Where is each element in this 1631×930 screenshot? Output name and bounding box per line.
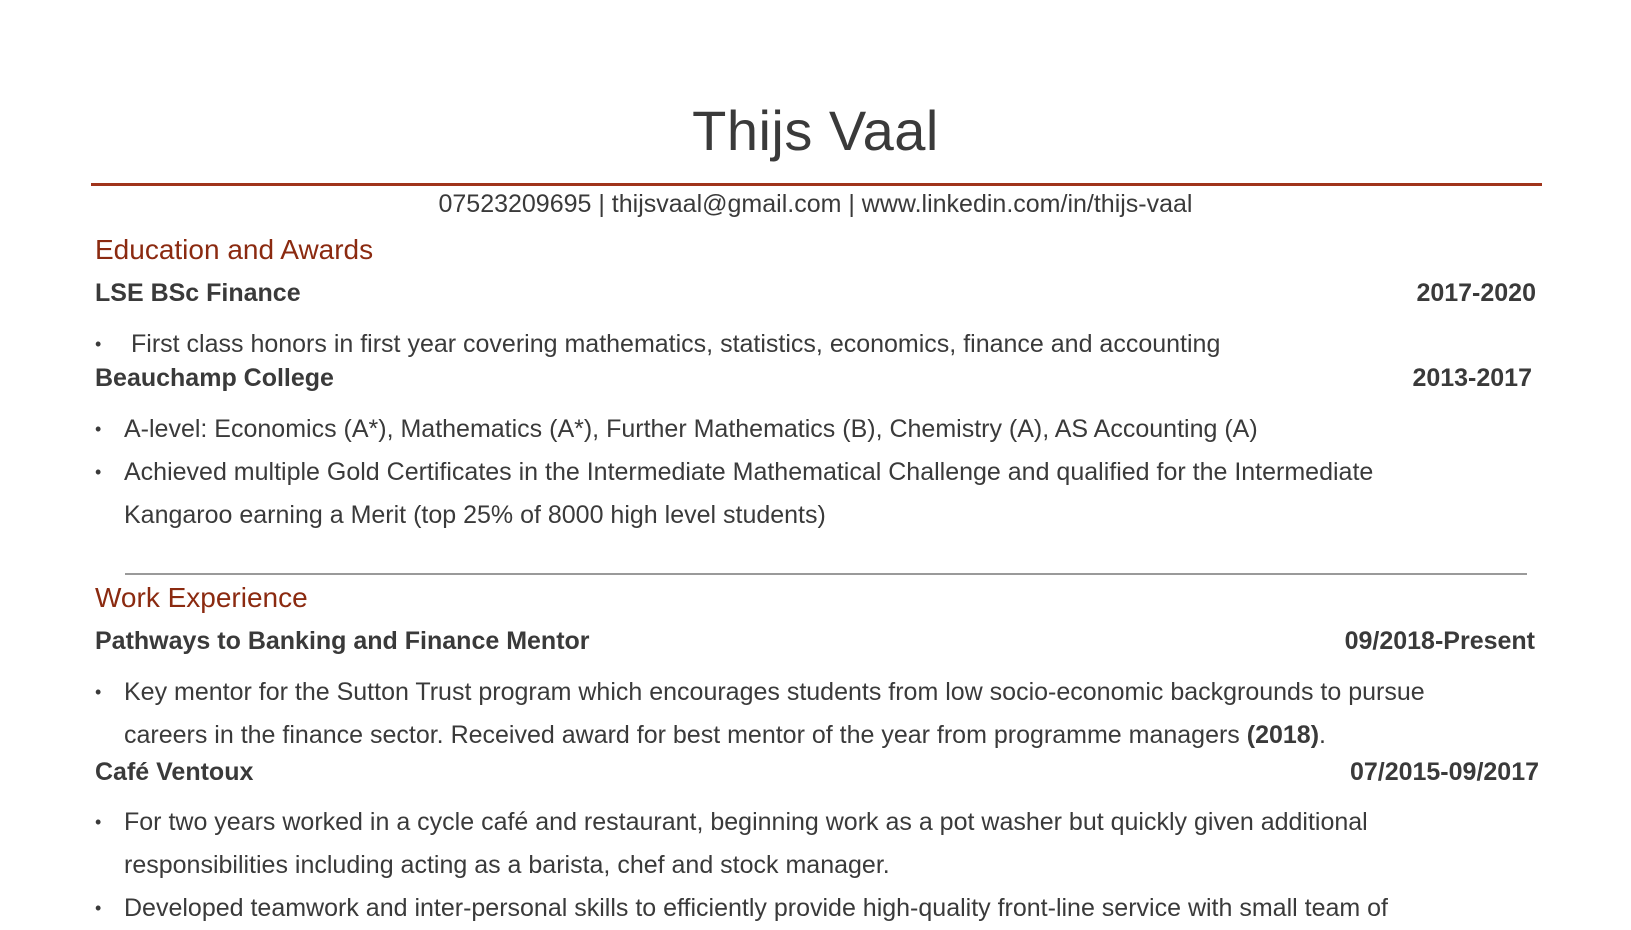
header-rule bbox=[91, 183, 1542, 186]
section-title-work: Work Experience bbox=[95, 582, 308, 613]
bullet-text-end: . bbox=[1319, 721, 1326, 749]
entry-date: 2017-2020 bbox=[1416, 279, 1536, 307]
entry-name: Beauchamp College bbox=[95, 364, 334, 392]
entry-date: 2013-2017 bbox=[1412, 364, 1532, 392]
bullet-icon: • bbox=[95, 682, 102, 702]
bullet-text: careers in the finance sector. Received … bbox=[124, 714, 1326, 757]
entry-name: Pathways to Banking and Finance Mentor bbox=[95, 627, 590, 655]
entry-date: 07/2015-09/2017 bbox=[1349, 758, 1539, 786]
section-divider bbox=[125, 573, 1527, 575]
entry-name: Café Ventoux bbox=[95, 758, 254, 786]
entry-heading: Beauchamp College 2013-2017 bbox=[95, 364, 1540, 393]
entry-date: 09/2018-Present bbox=[1344, 627, 1535, 655]
bullet-text: Achieved multiple Gold Certificates in t… bbox=[124, 458, 1374, 486]
bullet-text: Key mentor for the Sutton Trust program … bbox=[124, 678, 1425, 706]
bullet-icon: • bbox=[95, 812, 102, 832]
entry-name: LSE BSc Finance bbox=[95, 279, 301, 307]
contact-line: 07523209695 | thijsvaal@gmail.com | www.… bbox=[438, 190, 1193, 218]
award-year: (2018) bbox=[1246, 721, 1320, 749]
bullet-text: responsibilities including acting as a b… bbox=[124, 851, 890, 879]
bullet-icon: • bbox=[95, 898, 102, 918]
bullet-text: Developed teamwork and inter-personal sk… bbox=[124, 894, 1389, 922]
bullet-text: For two years worked in a cycle café and… bbox=[124, 808, 1368, 836]
entry-heading: Pathways to Banking and Finance Mentor 0… bbox=[95, 627, 1540, 656]
entry-heading: Café Ventoux 07/2015-09/2017 bbox=[95, 758, 1540, 787]
bullet-icon: • bbox=[95, 462, 102, 482]
bullet-text: Kangaroo earning a Merit (top 25% of 800… bbox=[124, 501, 826, 529]
bullet-text: A-level: Economics (A*), Mathematics (A*… bbox=[124, 415, 1258, 443]
section-title-education: Education and Awards bbox=[95, 234, 374, 265]
bullet-icon: • bbox=[95, 334, 102, 354]
bullet-text-part: careers in the finance sector. Received … bbox=[124, 721, 1247, 749]
entry-heading: LSE BSc Finance 2017-2020 bbox=[95, 279, 1540, 308]
candidate-name: Thijs Vaal bbox=[692, 99, 939, 162]
resume-page: Thijs Vaal 07523209695 | thijsvaal@gmail… bbox=[0, 0, 1631, 929]
bullet-text: First class honors in first year coverin… bbox=[131, 330, 1221, 358]
bullet-icon: • bbox=[95, 419, 102, 439]
